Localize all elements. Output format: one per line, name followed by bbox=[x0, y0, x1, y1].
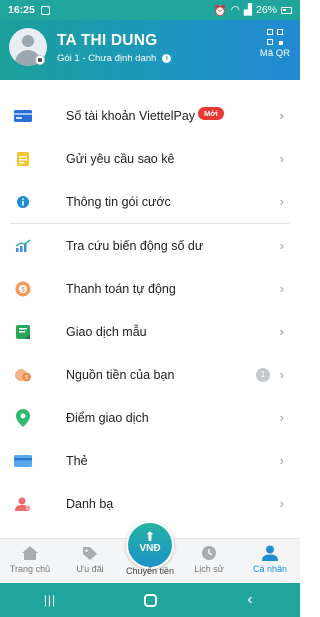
menu-item-balance-lookup[interactable]: Tra cứu biến động số dư › bbox=[0, 224, 300, 267]
notification-icon bbox=[40, 5, 50, 15]
menu-label: Danh bạ bbox=[66, 496, 114, 511]
menu-label: Nguồn tiền của bạn bbox=[66, 367, 175, 382]
user-name: TA THI DUNG bbox=[57, 32, 158, 49]
menu-item-package-info[interactable]: Thông tin gói cước › bbox=[0, 180, 300, 223]
tag-icon bbox=[81, 545, 99, 561]
system-navigation-bar: ||| ‹ bbox=[0, 583, 300, 617]
statement-request-icon bbox=[14, 150, 32, 168]
transfer-label: Chuyển tiền bbox=[125, 566, 175, 576]
contacts-icon bbox=[14, 495, 32, 513]
nav-history[interactable]: Lịch sử bbox=[181, 545, 237, 574]
back-button[interactable]: ‹ bbox=[230, 590, 270, 610]
wifi-icon: ◠ bbox=[230, 4, 240, 16]
qr-button[interactable]: Mã QR bbox=[260, 29, 290, 59]
money-source-icon: $ bbox=[14, 366, 32, 384]
chevron-right-icon: › bbox=[279, 194, 284, 209]
recent-apps-icon: ||| bbox=[43, 593, 57, 607]
account-menu: Số tài khoản ViettelPay Mới › Gửi yêu cầ… bbox=[0, 94, 300, 525]
nav-profile[interactable]: Cá nhân bbox=[242, 545, 298, 574]
chevron-right-icon: › bbox=[279, 496, 284, 511]
transfer-currency: VNĐ bbox=[139, 543, 161, 554]
menu-label: Giao dịch mẫu bbox=[66, 324, 147, 339]
nav-history-label: Lịch sử bbox=[194, 564, 224, 574]
menu-label: Tra cứu biến động số dư bbox=[66, 238, 204, 253]
qr-label: Mã QR bbox=[259, 48, 290, 59]
alarm-icon: ⏰ bbox=[213, 4, 227, 17]
clock-icon bbox=[200, 545, 218, 561]
menu-label: Thông tin gói cước bbox=[66, 194, 171, 209]
chevron-right-icon: › bbox=[279, 281, 284, 296]
card-icon bbox=[14, 452, 32, 470]
nav-home[interactable]: Trang chủ bbox=[2, 545, 58, 574]
chevron-right-icon: › bbox=[279, 324, 284, 339]
status-bar: 16:25 ⏰ ◠ ▟ 26% bbox=[0, 0, 300, 20]
menu-item-viettelpay-account[interactable]: Số tài khoản ViettelPay Mới › bbox=[0, 94, 300, 137]
svg-text:$: $ bbox=[25, 375, 28, 381]
menu-item-transaction-points[interactable]: Điểm giao dịch › bbox=[0, 396, 300, 439]
location-pin-icon bbox=[14, 408, 32, 427]
avatar-head bbox=[22, 35, 34, 47]
chevron-right-icon: › bbox=[279, 108, 284, 123]
transfer-button[interactable]: ⬆ VNĐ bbox=[126, 521, 174, 569]
balance-chart-icon bbox=[14, 237, 32, 255]
chevron-right-icon: › bbox=[279, 453, 284, 468]
battery-icon bbox=[281, 6, 292, 14]
upload-arrow-icon: ⬆ bbox=[144, 529, 156, 544]
chevron-right-icon: › bbox=[279, 151, 284, 166]
menu-item-money-source[interactable]: $ Nguồn tiền của bạn 1 › bbox=[0, 353, 300, 396]
menu-item-statement-request[interactable]: Gửi yêu cầu sao kê › bbox=[0, 137, 300, 180]
qr-code-icon bbox=[266, 29, 283, 45]
nav-promo-label: Ưu đãi bbox=[76, 564, 104, 574]
info-icon bbox=[14, 193, 32, 211]
count-badge: 1 bbox=[256, 367, 270, 382]
menu-item-auto-payment[interactable]: $ Thanh toán tự động › bbox=[0, 267, 300, 310]
profile-header: TA THI DUNG Gói 1 - Chưa định danh i Mã … bbox=[0, 20, 300, 80]
chevron-right-icon: › bbox=[279, 238, 284, 253]
signal-icon: ▟ bbox=[243, 4, 252, 16]
new-badge: Mới bbox=[198, 107, 224, 120]
recent-apps-button[interactable]: ||| bbox=[30, 590, 70, 610]
menu-label: Thanh toán tự động bbox=[66, 281, 176, 296]
menu-label: Thẻ bbox=[66, 453, 88, 468]
nav-home-label: Trang chủ bbox=[9, 564, 51, 574]
status-right: ⏰ ◠ ▟ 26% bbox=[214, 4, 292, 17]
battery-percent: 26% bbox=[255, 4, 277, 16]
template-transaction-icon bbox=[14, 323, 32, 341]
menu-label: Gửi yêu cầu sao kê bbox=[66, 151, 175, 166]
nav-profile-label: Cá nhân bbox=[252, 564, 288, 574]
menu-label: Điểm giao dịch bbox=[66, 410, 149, 425]
chevron-right-icon: › bbox=[279, 410, 284, 425]
home-circle-icon bbox=[143, 593, 157, 607]
auto-payment-icon: $ bbox=[14, 280, 32, 298]
home-icon bbox=[21, 545, 39, 561]
menu-item-contacts[interactable]: Danh bạ › bbox=[0, 482, 300, 525]
back-arrow-icon: ‹ bbox=[247, 591, 253, 608]
account-card-icon bbox=[14, 107, 32, 125]
account-level-text: Gói 1 - Chưa định danh bbox=[57, 53, 157, 64]
camera-icon[interactable] bbox=[35, 55, 45, 65]
person-icon bbox=[261, 545, 279, 561]
menu-item-template-transaction[interactable]: Giao dịch mẫu › bbox=[0, 310, 300, 353]
chevron-right-icon: › bbox=[279, 367, 284, 382]
info-icon[interactable]: i bbox=[162, 54, 172, 63]
menu-label: Số tài khoản ViettelPay bbox=[66, 108, 196, 123]
account-level: Gói 1 - Chưa định danh i bbox=[57, 53, 172, 64]
home-system-button[interactable] bbox=[130, 590, 170, 610]
menu-item-card[interactable]: Thẻ › bbox=[0, 439, 300, 482]
status-time: 16:25 bbox=[8, 4, 35, 16]
nav-promo[interactable]: Ưu đãi bbox=[62, 545, 118, 574]
